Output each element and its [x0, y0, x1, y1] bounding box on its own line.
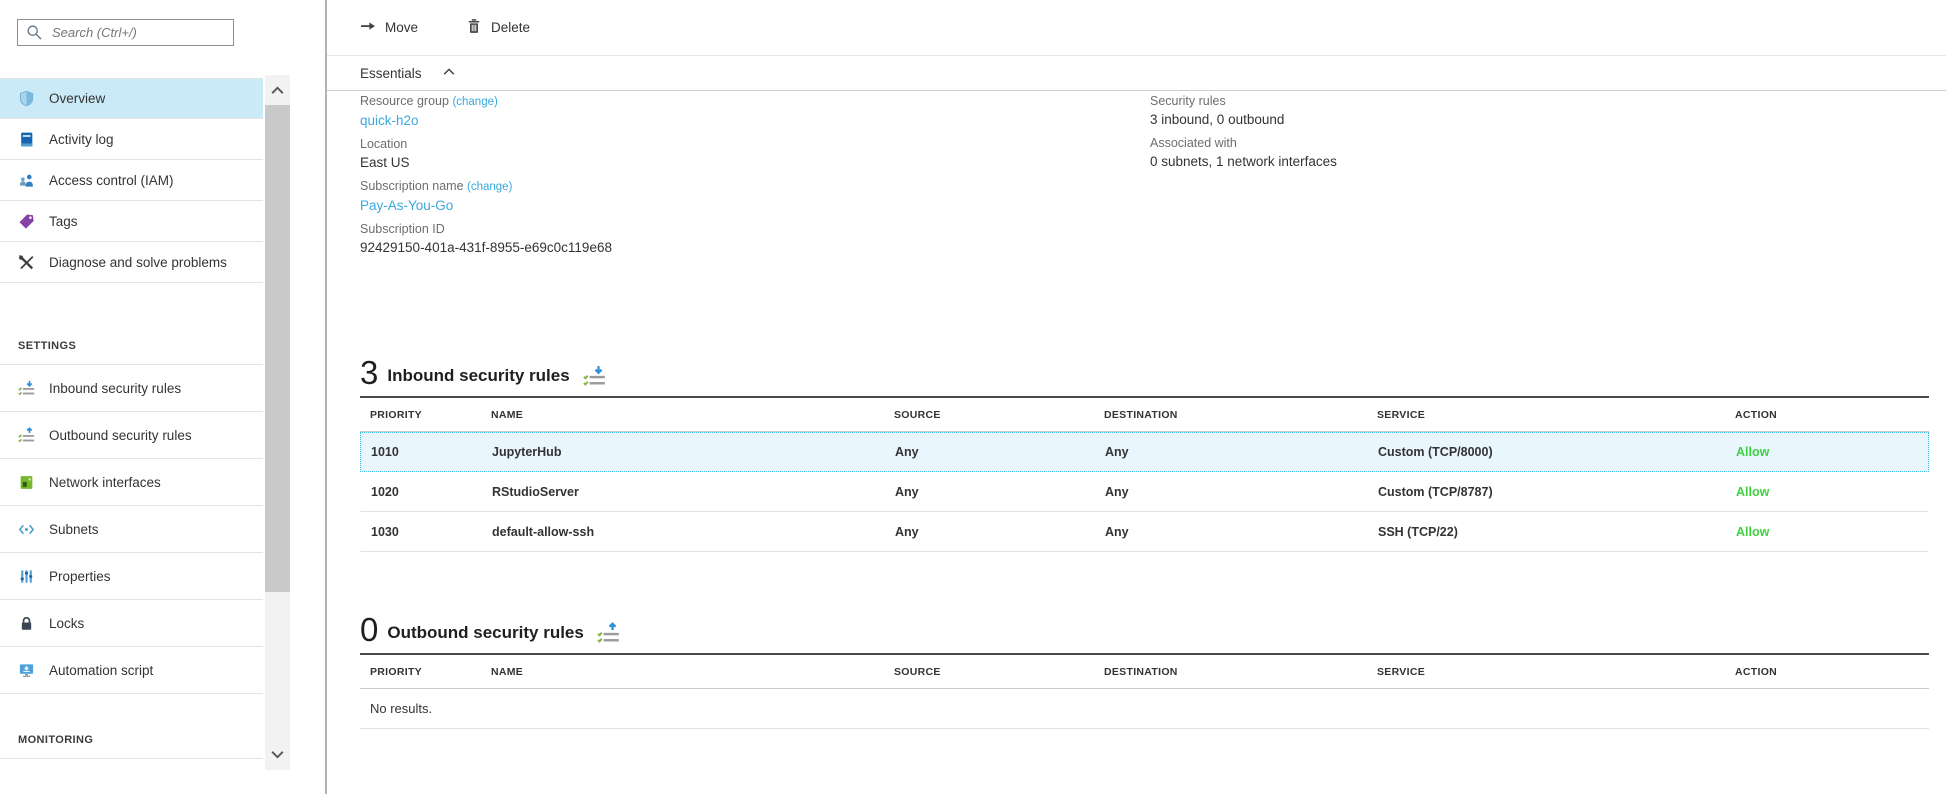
search-box[interactable] — [17, 19, 234, 46]
inbound-rules-section: 3 Inbound security rules PRIORITY NAME S… — [360, 348, 1929, 552]
diagnose-icon — [18, 254, 35, 271]
sidebar-menu: Overview Activity log Access control (IA… — [0, 78, 263, 759]
security-rules-value: 3 inbound, 0 outbound — [1150, 110, 1946, 129]
sidebar-item-subnets[interactable]: Subnets — [0, 506, 263, 553]
associated-with-field: Associated with 0 subnets, 1 network int… — [1150, 134, 1946, 171]
sidebar-item-diagnose[interactable]: Diagnose and solve problems — [0, 242, 263, 283]
activity-log-icon — [18, 131, 35, 148]
subscription-change-link[interactable]: (change) — [467, 181, 512, 193]
table-row-default-allow-ssh[interactable]: 1030 default-allow-ssh Any Any SSH (TCP/… — [360, 512, 1929, 552]
outbound-rules-section: 0 Outbound security rules PRIORITY NAME … — [360, 605, 1929, 729]
sidebar-scrollbar[interactable] — [265, 75, 290, 770]
resource-group-change-link[interactable]: (change) — [452, 96, 497, 108]
no-results-message: No results. — [360, 689, 1929, 729]
outbound-rules-icon — [18, 427, 35, 444]
inbound-title: Inbound security rules — [387, 366, 569, 388]
outbound-title: Outbound security rules — [387, 623, 583, 645]
resource-group-link[interactable]: quick-h2o — [360, 111, 1150, 130]
delete-button[interactable]: Delete — [466, 18, 530, 37]
inbound-table-header: PRIORITY NAME SOURCE DESTINATION SERVICE… — [360, 396, 1929, 432]
inbound-heading-icon — [583, 365, 606, 388]
action-badge: Allow — [1726, 525, 1928, 539]
scroll-up-icon[interactable] — [269, 82, 286, 99]
security-rules-field: Security rules 3 inbound, 0 outbound — [1150, 92, 1946, 129]
sidebar-item-locks[interactable]: Locks — [0, 600, 263, 647]
inbound-rules-heading: 3 Inbound security rules — [360, 348, 1929, 396]
resource-group-field: Resource group (change) quick-h2o — [360, 92, 1150, 130]
subscription-id-value: 92429150-401a-431f-8955-e69c0c119e68 — [360, 238, 1150, 257]
outbound-rules-heading: 0 Outbound security rules — [360, 605, 1929, 653]
subscription-name-field: Subscription name (change) Pay-As-You-Go — [360, 177, 1150, 215]
outbound-count: 0 — [360, 615, 378, 645]
chevron-up-icon[interactable] — [442, 65, 456, 82]
search-input[interactable] — [52, 25, 230, 40]
essentials-toggle[interactable]: Essentials — [327, 57, 1946, 91]
sidebar-item-activity-log[interactable]: Activity log — [0, 119, 263, 160]
inbound-rules-icon — [18, 380, 35, 397]
section-monitoring: MONITORING — [0, 694, 263, 759]
action-badge: Allow — [1726, 445, 1928, 459]
sidebar-item-network-interfaces[interactable]: Network interfaces — [0, 459, 263, 506]
essentials-right-column: Security rules 3 inbound, 0 outbound Ass… — [1150, 92, 1946, 262]
sidebar-item-overview[interactable]: Overview — [0, 78, 263, 119]
location-value: East US — [360, 153, 1150, 172]
scroll-down-icon[interactable] — [269, 746, 286, 763]
essentials-panel: Resource group (change) quick-h2o Locati… — [360, 92, 1946, 262]
delete-icon — [466, 18, 482, 37]
action-badge: Allow — [1726, 485, 1928, 499]
outbound-table-header: PRIORITY NAME SOURCE DESTINATION SERVICE… — [360, 653, 1929, 689]
sidebar-item-properties[interactable]: Properties — [0, 553, 263, 600]
move-button[interactable]: Move — [360, 18, 418, 37]
move-icon — [360, 18, 376, 37]
location-field: Location East US — [360, 135, 1150, 172]
sidebar-item-automation-script[interactable]: Automation script — [0, 647, 263, 694]
sidebar: Overview Activity log Access control (IA… — [0, 0, 327, 794]
sidebar-item-access-control[interactable]: Access control (IAM) — [0, 160, 263, 201]
subscription-name-link[interactable]: Pay-As-You-Go — [360, 196, 1150, 215]
lock-icon — [18, 615, 35, 632]
outbound-heading-icon — [597, 622, 620, 645]
scrollbar-thumb[interactable] — [265, 105, 290, 592]
automation-script-icon — [18, 662, 35, 679]
essentials-left-column: Resource group (change) quick-h2o Locati… — [360, 92, 1150, 262]
subscription-id-field: Subscription ID 92429150-401a-431f-8955-… — [360, 220, 1150, 257]
access-control-icon — [18, 172, 35, 189]
sidebar-item-outbound-rules[interactable]: Outbound security rules — [0, 412, 263, 459]
network-interfaces-icon — [18, 474, 35, 491]
command-bar: Move Delete — [327, 0, 1946, 56]
properties-icon — [18, 568, 35, 585]
essentials-title: Essentials — [360, 66, 422, 81]
inbound-count: 3 — [360, 358, 378, 388]
section-settings: SETTINGS — [0, 283, 263, 365]
tag-icon — [18, 213, 35, 230]
sidebar-item-inbound-rules[interactable]: Inbound security rules — [0, 365, 263, 412]
table-row-rstudioserver[interactable]: 1020 RStudioServer Any Any Custom (TCP/8… — [360, 472, 1929, 512]
table-row-jupyterhub[interactable]: 1010 JupyterHub Any Any Custom (TCP/8000… — [360, 432, 1929, 472]
sidebar-item-tags[interactable]: Tags — [0, 201, 263, 242]
search-icon — [26, 24, 43, 41]
main-content: Move Delete Essentials Resource group (c… — [327, 0, 1946, 794]
associated-with-value: 0 subnets, 1 network interfaces — [1150, 152, 1946, 171]
shield-icon — [18, 90, 35, 107]
subnets-icon — [18, 521, 35, 538]
